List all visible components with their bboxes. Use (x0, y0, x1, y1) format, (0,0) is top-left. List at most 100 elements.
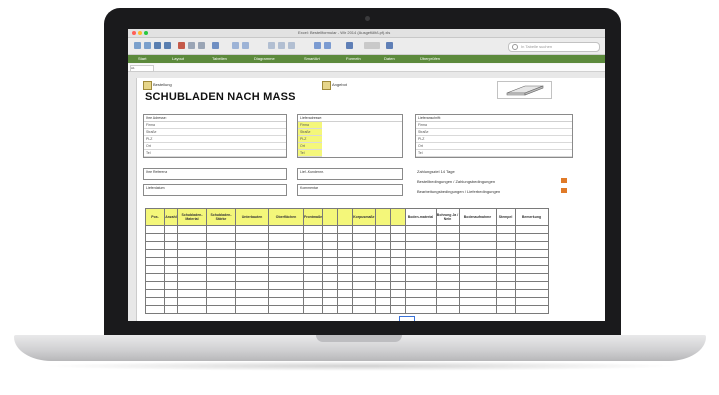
sheet: Bestellung Angebot SCHUBLADEN NACH MASS … (137, 78, 605, 321)
order-checkbox[interactable] (143, 81, 152, 90)
row-headers (128, 78, 137, 321)
table-row[interactable] (145, 225, 549, 234)
invoice-field[interactable]: Tel (416, 150, 572, 157)
header-drilling: Bohrung Ja / Nein (435, 208, 460, 226)
print-icon[interactable] (164, 42, 171, 49)
delivery-terms-button[interactable] (561, 188, 567, 193)
close-window-icon[interactable] (132, 31, 136, 35)
customer-field[interactable]: Straße (144, 129, 286, 136)
selected-cell[interactable] (399, 316, 415, 321)
zoom-select[interactable] (364, 42, 380, 49)
customer-field[interactable]: Ort (144, 143, 286, 150)
redo-icon[interactable] (242, 42, 249, 49)
new-file-icon[interactable] (134, 42, 141, 49)
header-body-2 (374, 208, 391, 226)
page-title: SCHUBLADEN NACH MASS (145, 91, 296, 103)
window-title: Excel: Bestellformular - Wir 2014 (Ausge… (298, 30, 391, 35)
note-label: Kommentar (300, 186, 319, 190)
customer-field[interactable]: Firma (144, 122, 286, 129)
autosum-icon[interactable] (268, 42, 275, 49)
search-icon (512, 44, 518, 50)
save-icon[interactable] (154, 42, 161, 49)
name-box[interactable]: A1 (130, 65, 154, 72)
order-table: Pos. Anzahl Schubladen-Material Schublad… (145, 208, 549, 314)
search-input[interactable]: In Tabelle suchen (508, 42, 600, 52)
tab-formeln[interactable]: Formeln (346, 56, 361, 61)
delivery-field[interactable]: Firma (298, 122, 322, 129)
delivery-address-box: Lieferadresse: Firma Straße PLZ Ort Tel (297, 114, 403, 158)
header-front: Frontmaße (302, 208, 324, 226)
drawer-icon (497, 81, 552, 99)
header-body: Korpusmaße (352, 208, 376, 226)
header-remark: Bemerkung (514, 208, 549, 226)
tab-ueberpruefen[interactable]: Überprüfen (420, 56, 440, 61)
laptop-notch (316, 335, 402, 342)
filter-icon[interactable] (288, 42, 295, 49)
header-front-3 (337, 208, 354, 226)
header-thickness: Schubladen-Stärke (206, 208, 236, 226)
gallery-icon[interactable] (314, 42, 321, 49)
cut-icon[interactable] (178, 42, 185, 49)
order-date-box[interactable]: Lieferdatum (143, 184, 287, 196)
table-row[interactable] (145, 241, 549, 250)
open-file-icon[interactable] (144, 42, 151, 49)
order-terms-button[interactable] (561, 178, 567, 183)
delivery-field[interactable]: PLZ (298, 136, 322, 143)
offer-checkbox-label: Angebot (332, 82, 347, 87)
tab-layout[interactable]: Layout (172, 56, 184, 61)
delivery-field[interactable]: Ort (298, 143, 322, 150)
customer-address-box: Ihre Adresse: Firma Straße PLZ Ort Tel (143, 114, 287, 158)
table-row[interactable] (145, 281, 549, 290)
toolbar: In Tabelle suchen (128, 38, 605, 55)
table-row[interactable] (145, 249, 549, 258)
table-row[interactable] (145, 297, 549, 306)
table-row[interactable] (145, 233, 549, 242)
copy-icon[interactable] (188, 42, 195, 49)
invoice-field[interactable]: PLZ (416, 136, 572, 143)
format-icon[interactable] (212, 42, 219, 49)
help-icon[interactable] (386, 42, 393, 49)
reference-label: Ihre Referenz (146, 170, 168, 174)
delivery-date-label: Lief.-Kundennr. (300, 170, 324, 174)
tab-daten[interactable]: Daten (384, 56, 395, 61)
delivery-date-box[interactable]: Lief.-Kundennr. (297, 168, 403, 180)
order-checkbox-label: Bestellung (153, 82, 172, 87)
offer-checkbox[interactable] (322, 81, 331, 90)
table-header-row: Pos. Anzahl Schubladen-Material Schublad… (145, 208, 549, 226)
tab-tabellen[interactable]: Tabellen (212, 56, 227, 61)
delivery-terms-label: Bearbeitungsbedingungen / Lieferbedingun… (417, 189, 501, 194)
order-terms-label: Bestellbedingungen / Zahlungsbedingungen (417, 179, 496, 184)
sort-icon[interactable] (278, 42, 285, 49)
reference-box[interactable]: Ihre Referenz (143, 168, 287, 180)
table-row[interactable] (145, 273, 549, 282)
header-quantity: Anzahl (164, 208, 178, 226)
invoice-field[interactable]: Firma (416, 122, 572, 129)
tab-start[interactable]: Start (138, 56, 146, 61)
customer-field[interactable]: PLZ (144, 136, 286, 143)
table-row[interactable] (145, 265, 549, 274)
table-row[interactable] (145, 305, 549, 314)
toolbox-icon[interactable] (324, 42, 331, 49)
invoice-address-title: Lieferanschrift: (416, 115, 572, 122)
window-titlebar: Excel: Bestellformular - Wir 2014 (Ausge… (128, 29, 605, 38)
invoice-field[interactable]: Ort (416, 143, 572, 150)
zoom-window-icon[interactable] (144, 31, 148, 35)
delivery-field[interactable]: Tel (298, 150, 322, 157)
header-body-3 (389, 208, 406, 226)
table-row[interactable] (145, 289, 549, 298)
table-row[interactable] (145, 257, 549, 266)
note-box[interactable]: Kommentar (297, 184, 403, 196)
delivery-field[interactable]: Straße (298, 129, 322, 136)
zoom-icon[interactable] (346, 42, 353, 49)
invoice-field[interactable]: Straße (416, 129, 572, 136)
tab-smartart[interactable]: SmartArt (304, 56, 320, 61)
minimize-window-icon[interactable] (138, 31, 142, 35)
laptop-shadow (40, 361, 680, 371)
formula-bar: A1 (128, 64, 605, 72)
customer-address-title: Ihre Adresse: (144, 115, 286, 122)
header-pos: Pos. (145, 208, 165, 226)
paste-icon[interactable] (198, 42, 205, 49)
undo-icon[interactable] (232, 42, 239, 49)
tab-diagramme[interactable]: Diagramme (254, 56, 275, 61)
customer-field[interactable]: Tel (144, 150, 286, 157)
